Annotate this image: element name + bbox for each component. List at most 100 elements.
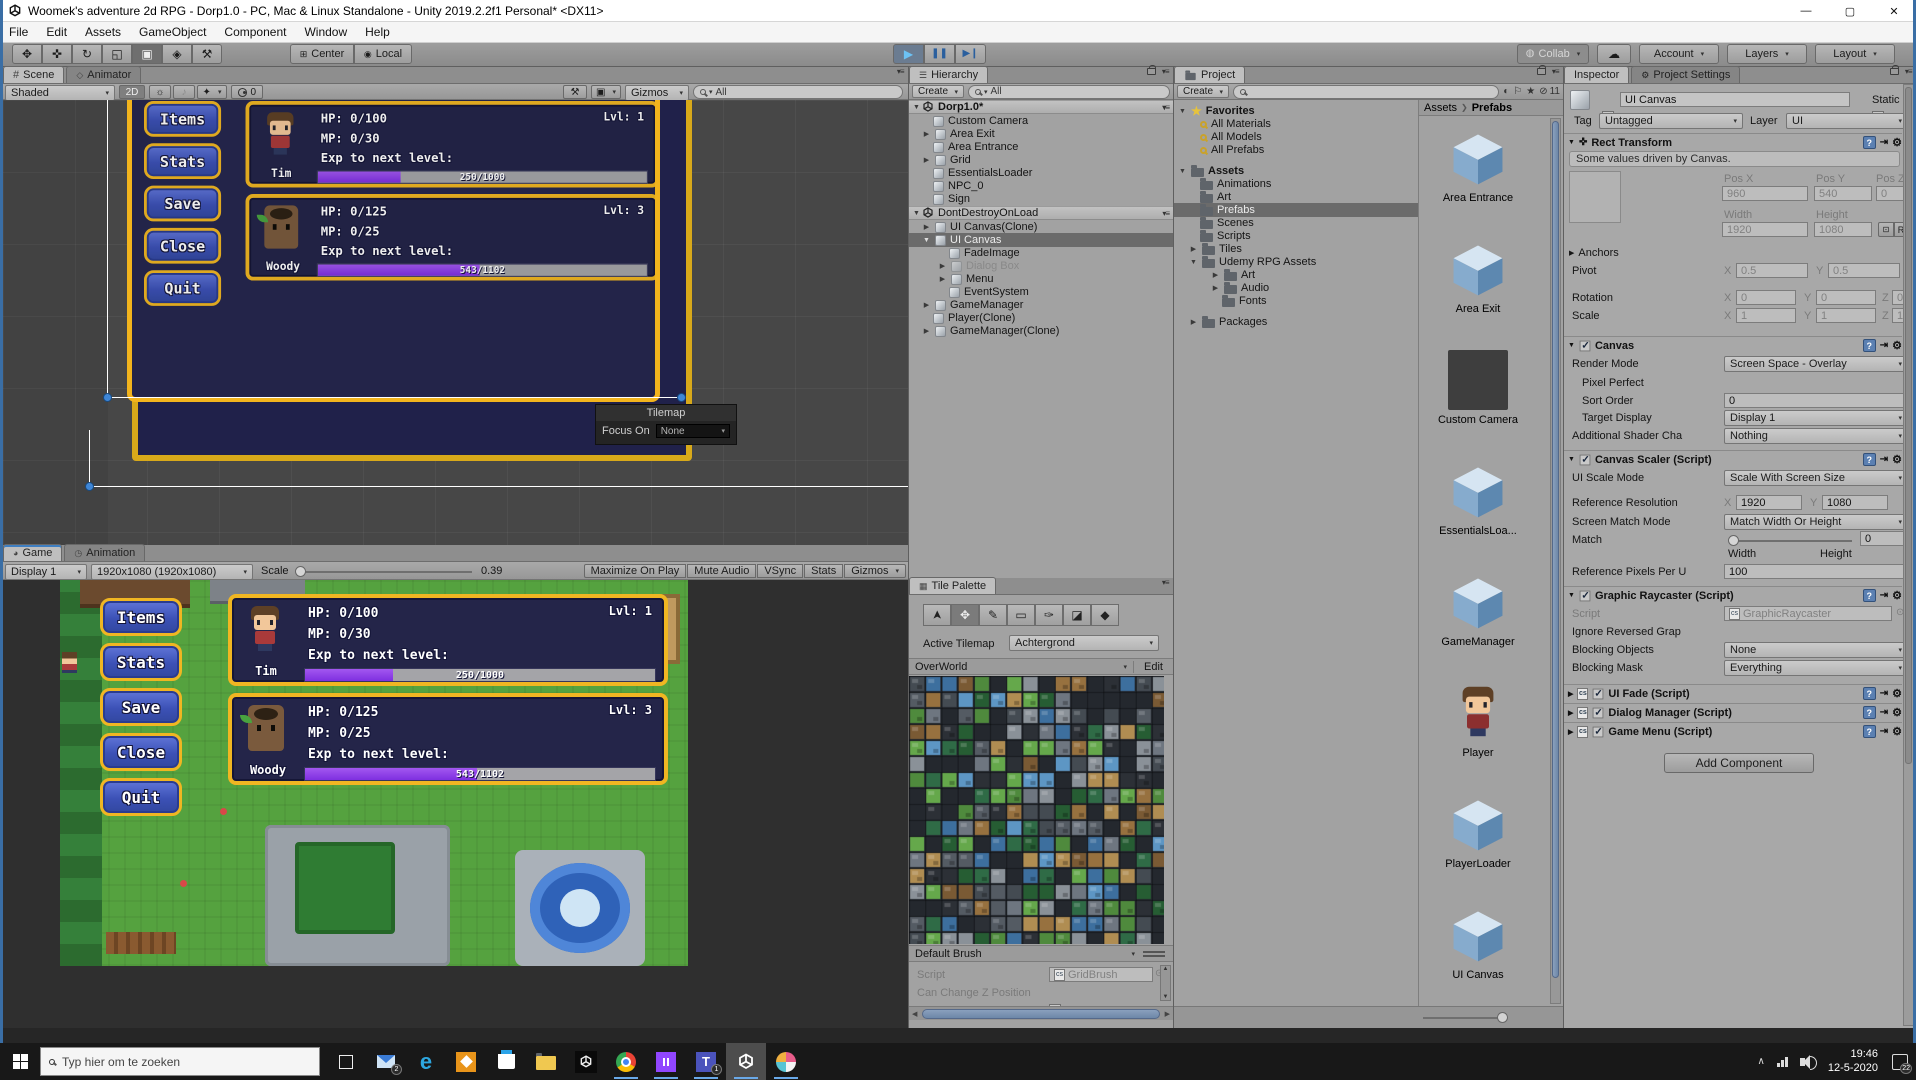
scale-x-field[interactable]: 1 (1736, 308, 1796, 323)
taskbar-search-input[interactable]: Typ hier om te zoeken (40, 1047, 320, 1076)
close-button[interactable]: ✕ (1872, 0, 1916, 22)
layout-dropdown[interactable]: Layout ▾ (1815, 44, 1895, 64)
posx-field[interactable]: 960 (1722, 186, 1808, 201)
prefab-gamemanager-label[interactable]: GameManager (1419, 636, 1537, 648)
2d-toggle[interactable]: 2D (119, 85, 145, 99)
display-dropdown[interactable]: Display 1 ▾ (5, 564, 87, 580)
tile-palette-menu-icon[interactable]: ▾≡ (1162, 578, 1170, 587)
shader-channels-dropdown[interactable]: Nothing ▾ (1724, 428, 1908, 444)
menu-window[interactable]: Window (295, 25, 356, 39)
tile-eraser-tool-icon[interactable]: ◪ (1063, 604, 1091, 626)
layer-dropdown[interactable]: UI ▾ (1786, 113, 1908, 129)
tag-dropdown[interactable]: Untagged ▾ (1599, 113, 1743, 129)
inspector-lock-icon[interactable] (1889, 64, 1899, 75)
tile-fill-tool-icon[interactable]: ◆ (1091, 604, 1119, 626)
tile-rect-tool-icon[interactable]: ▭ (1007, 604, 1035, 626)
cloud-button[interactable]: ☁ (1597, 44, 1631, 64)
anchor-preset-widget[interactable] (1569, 171, 1621, 223)
collab-dropdown[interactable]: ◍ Collab ▾ (1517, 44, 1589, 64)
rect-tool-icon[interactable]: ▣ (132, 44, 162, 64)
prefab-uicanvas-label[interactable]: UI Canvas (1419, 969, 1537, 981)
close-button[interactable]: Close (144, 227, 222, 264)
project-scripts[interactable]: Scripts (1174, 229, 1418, 243)
hierarchy-item-player-clone[interactable]: Player(Clone) (909, 311, 1173, 325)
blocking-mask-dropdown[interactable]: Everything ▾ (1724, 660, 1908, 676)
help-icon[interactable]: ? (1862, 136, 1876, 149)
menu-assets[interactable]: Assets (76, 25, 130, 39)
prefab-essentialsloader-icon[interactable] (1449, 463, 1507, 521)
match-slider-track[interactable] (1732, 540, 1852, 542)
project-grid-scrollbar[interactable] (1550, 118, 1561, 1004)
menu-file[interactable]: File (0, 25, 37, 39)
active-tilemap-dropdown[interactable]: Achtergrond ▾ (1009, 635, 1159, 651)
step-button[interactable]: ▶❙ (955, 44, 986, 64)
project-all-models[interactable]: All Models (1174, 130, 1418, 144)
rect-handle-bl2[interactable] (85, 482, 94, 491)
hierarchy-item-fadeimage[interactable]: FadeImage (909, 246, 1173, 260)
scene-viewport[interactable]: Items Stats Save Close Quit Lvl: 1 Tim H… (3, 100, 908, 545)
posy-field[interactable]: 540 (1814, 186, 1872, 201)
project-search-input[interactable] (1233, 84, 1500, 99)
items-button-game[interactable]: Items (100, 598, 182, 636)
quit-button[interactable]: Quit (144, 270, 222, 306)
ui-fade-header[interactable]: ▶csUI Fade (Script)?⇥⚙ (1564, 684, 1902, 702)
project-favorites[interactable]: ▼ ★ Favorites (1174, 104, 1418, 118)
transform-tool-icon[interactable]: ◈ (162, 44, 192, 64)
edge-icon[interactable]: e (406, 1043, 446, 1080)
tab-game[interactable]: ◕ Game (3, 544, 63, 561)
search-by-type-icon[interactable]: ◐ (1503, 86, 1509, 97)
project-udemy[interactable]: ▼ Udemy RPG Assets (1174, 255, 1418, 269)
tile-picker-tool-icon[interactable]: ✑ (1035, 604, 1063, 626)
project-assets[interactable]: ▼ Assets (1174, 164, 1418, 178)
hierarchy-item-area-exit[interactable]: ▶ Area Exit (909, 127, 1173, 141)
scale-y-field[interactable]: 1 (1816, 308, 1876, 323)
hierarchy-item-grid[interactable]: ▶ Grid (909, 153, 1173, 167)
layers-dropdown[interactable]: Layers ▾ (1727, 44, 1807, 64)
tile-palette-hscrollbar[interactable]: ◀ ▶ (909, 1006, 1173, 1020)
prefab-area-entrance-icon[interactable] (1449, 130, 1507, 188)
maximize-button[interactable]: ▢ (1828, 0, 1872, 22)
account-dropdown[interactable]: Account ▾ (1639, 44, 1719, 64)
presets-icon[interactable]: ⇥ (1880, 137, 1888, 148)
graphic-raycaster-header[interactable]: ▼Graphic Raycaster (Script)?⇥⚙ (1564, 586, 1902, 604)
hidden-packages-count[interactable]: ⊘ 11 (1539, 86, 1560, 97)
tab-hierarchy[interactable]: ☰ Hierarchy (909, 66, 989, 83)
store-icon[interactable] (486, 1043, 526, 1080)
canvas-header[interactable]: ▼Canvas?⇥⚙ (1564, 336, 1902, 354)
prefab-custom-camera-icon[interactable] (1448, 350, 1508, 410)
gizmos-dropdown[interactable]: Gizmos ▾ (625, 85, 689, 101)
maximize-on-play-button[interactable]: Maximize On Play (583, 564, 687, 578)
rect-handle-br[interactable] (677, 393, 686, 402)
prefab-custom-camera-label[interactable]: Custom Camera (1419, 414, 1537, 426)
pivot-y-field[interactable]: 0.5 (1828, 263, 1900, 278)
network-icon[interactable] (1776, 1056, 1788, 1067)
start-button[interactable] (0, 1043, 40, 1080)
prefab-essentialsloader-label[interactable]: EssentialsLoa... (1419, 525, 1537, 537)
stats-button[interactable]: Stats (144, 143, 222, 180)
mute-audio-button[interactable]: Mute Audio (687, 564, 757, 578)
effects-dropdown-icon[interactable]: ✦ ▾ (197, 85, 227, 99)
scale-tool-icon[interactable]: ◱ (102, 44, 132, 64)
match-slider-thumb[interactable] (1728, 535, 1739, 546)
photos-icon[interactable] (446, 1043, 486, 1080)
clock[interactable]: 19:46 12-5-2020 (1828, 1048, 1878, 1076)
prefab-player-label[interactable]: Player (1419, 747, 1537, 759)
hierarchy-scene-dorp[interactable]: ▼ Dorp1.0* ▾≡ (909, 100, 1173, 114)
menu-help[interactable]: Help (356, 25, 399, 39)
stats-button-game[interactable]: Stats (804, 564, 844, 578)
match-field[interactable]: 0 (1860, 531, 1908, 546)
prefab-gamemanager-icon[interactable] (1449, 574, 1507, 632)
volume-icon[interactable] (1799, 1054, 1817, 1070)
dialog-manager-header[interactable]: ▶csDialog Manager (Script)?⇥⚙ (1564, 703, 1902, 721)
hierarchy-scene-dontdestroy[interactable]: ▼ DontDestroyOnLoad ▾≡ (909, 206, 1173, 220)
hierarchy-search-input[interactable]: ▾ All (968, 84, 1170, 99)
add-component-button[interactable]: Add Component (1664, 753, 1814, 773)
height-field[interactable]: 1080 (1814, 222, 1872, 237)
shading-mode-dropdown[interactable]: Shaded ▾ (5, 85, 115, 101)
stats-button-menu-game[interactable]: Stats (100, 643, 182, 681)
hand-tool-icon[interactable]: ✥ (12, 44, 42, 64)
rect-handle-bl[interactable] (103, 393, 112, 402)
project-udemy-audio[interactable]: ▶ Audio (1174, 281, 1418, 295)
scene-search-input[interactable]: ▾ All (693, 85, 903, 99)
hidden-objects-toggle[interactable]: 0 (231, 85, 263, 99)
